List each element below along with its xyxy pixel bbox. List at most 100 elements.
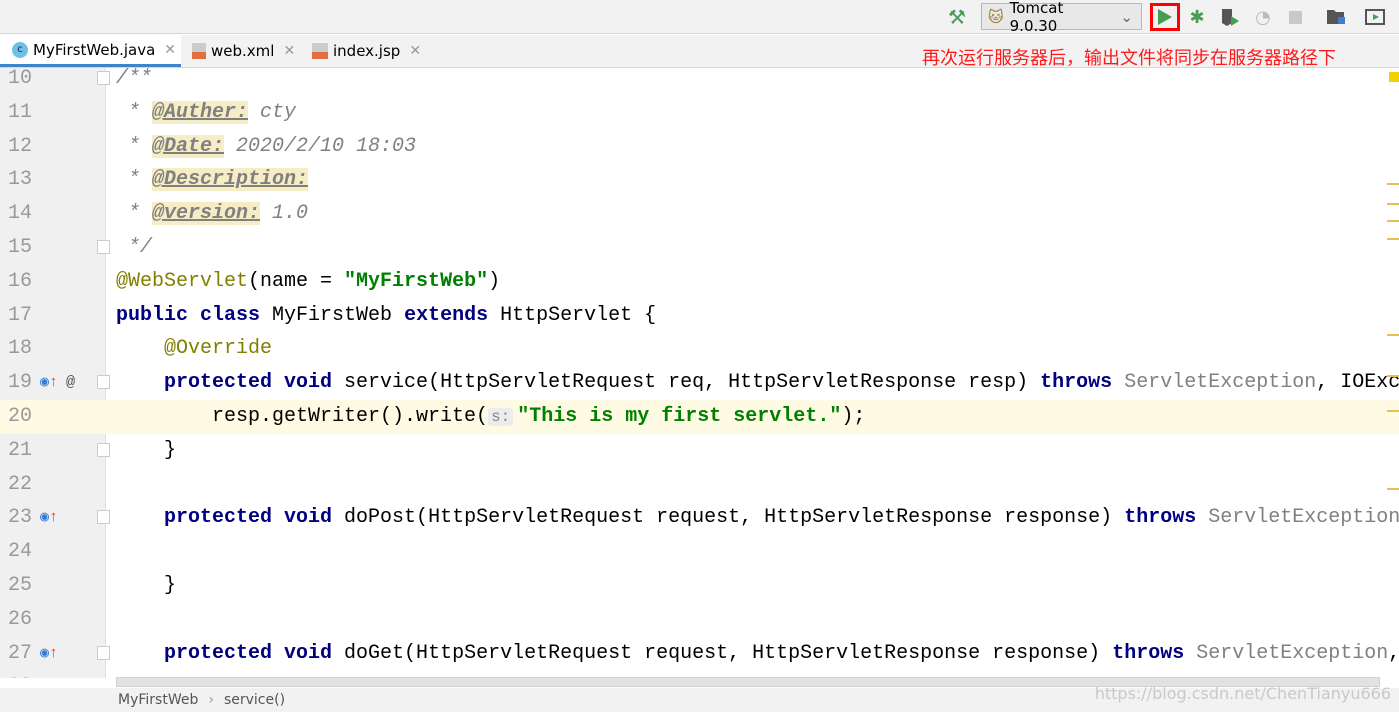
analysis-status-icon: [1389, 72, 1399, 82]
annotation-icon[interactable]: @: [66, 366, 75, 400]
java-class-icon: c: [12, 41, 28, 58]
code-line[interactable]: 23 protected void doPost(HttpServletRequ…: [0, 501, 1399, 535]
close-icon[interactable]: ✕: [164, 42, 176, 58]
line-number: 25: [8, 574, 33, 597]
line-number: 17: [8, 303, 33, 327]
code-text: @Override: [164, 337, 273, 361]
chevron-down-icon: ⌄: [1120, 7, 1133, 26]
toolbar: ⚒ 🐱 Tomcat 9.0.30 ⌄ ✱ ◔: [0, 0, 1399, 35]
code-line[interactable]: 24: [0, 535, 1399, 569]
code-text: * @Auther: cty: [116, 100, 297, 124]
line-number: 15: [8, 236, 33, 259]
breadcrumb-class[interactable]: MyFirstWeb: [118, 692, 198, 708]
error-stripe-mark[interactable]: [1387, 220, 1399, 222]
code-line[interactable]: 21 }: [0, 434, 1399, 468]
override-method-icon[interactable]: ◉↑: [40, 637, 58, 671]
close-icon[interactable]: ✕: [283, 43, 295, 59]
code-text: protected void doPost(HttpServletRequest…: [164, 506, 1399, 530]
line-number: 14: [8, 202, 33, 226]
xml-file-icon: [192, 43, 206, 59]
line-number: 26: [8, 607, 33, 631]
tomcat-icon: 🐱: [988, 7, 1004, 26]
error-stripe-mark[interactable]: [1387, 183, 1399, 185]
error-stripe-mark[interactable]: [1387, 375, 1399, 377]
jsp-file-icon: [312, 43, 328, 59]
override-method-icon[interactable]: ◉↑: [40, 366, 58, 400]
code-line[interactable]: 13 * @Description:: [0, 163, 1399, 197]
tab-myfirstweb-java[interactable]: c MyFirstWeb.java ✕: [0, 35, 181, 67]
error-stripe-mark[interactable]: [1387, 334, 1399, 336]
project-structure-icon[interactable]: [1325, 5, 1347, 29]
error-stripe-mark[interactable]: [1387, 410, 1399, 412]
fold-icon[interactable]: [97, 510, 110, 525]
line-number: 16: [8, 269, 33, 293]
code-text: resp.getWriter().write(s: "This is my fir…: [116, 405, 866, 428]
run-icon: [1158, 9, 1172, 25]
fold-icon[interactable]: [97, 71, 110, 85]
code-line[interactable]: 14 * @version: 1.0: [0, 197, 1399, 231]
breadcrumb-method[interactable]: service(): [224, 692, 285, 708]
annotation-note: 再次运行服务器后，输出文件将同步在服务器路径下: [922, 48, 1336, 69]
line-number: 10: [8, 68, 33, 90]
error-stripe-mark[interactable]: [1387, 203, 1399, 205]
code-text: }: [116, 438, 177, 462]
code-text: */: [116, 236, 153, 259]
code-line[interactable]: 17 public class MyFirstWeb extends HttpSe…: [0, 299, 1399, 333]
code-line[interactable]: 22: [0, 468, 1399, 502]
line-number: 20: [8, 405, 33, 428]
run-config-label: Tomcat 9.0.30: [1009, 0, 1064, 35]
stop-icon[interactable]: [1285, 5, 1305, 29]
code-editor[interactable]: 10/** 11 * @Auther: cty 12 * @Date: 2020/2…: [0, 68, 1399, 678]
line-number: 11: [8, 100, 33, 124]
error-stripe-mark[interactable]: [1387, 238, 1399, 240]
code-line[interactable]: 16 @WebServlet(name = "MyFirstWeb"): [0, 265, 1399, 299]
run-configuration-select[interactable]: 🐱 Tomcat 9.0.30 ⌄: [981, 0, 1142, 35]
line-number: 12: [8, 134, 33, 158]
run-window-icon[interactable]: [1364, 5, 1386, 29]
tab-index-jsp[interactable]: index.jsp ✕: [312, 35, 421, 67]
coverage-icon[interactable]: [1219, 5, 1241, 29]
code-line[interactable]: 11 * @Auther: cty: [0, 96, 1399, 130]
line-number: 28: [8, 670, 48, 678]
line-number: 21: [8, 438, 33, 462]
line-number: 18: [8, 337, 33, 361]
code-line[interactable]: 12 * @Date: 2020/2/10 18:03: [0, 130, 1399, 164]
code-text: * @Description:: [116, 168, 309, 192]
profile-icon[interactable]: ◔: [1252, 5, 1274, 29]
code-text: @WebServlet(name = "MyFirstWeb"): [116, 269, 501, 293]
code-line[interactable]: 15 */: [0, 231, 1399, 265]
override-method-icon[interactable]: ◉↑: [40, 501, 58, 535]
fold-icon[interactable]: [97, 375, 110, 390]
code-line[interactable]: 25 }: [0, 569, 1399, 603]
code-line[interactable]: 10 /**: [0, 68, 1399, 96]
error-stripe-mark[interactable]: [1387, 488, 1399, 490]
tab-label: index.jsp: [333, 42, 401, 60]
code-text: * @version: 1.0: [116, 202, 309, 226]
tab-web-xml[interactable]: web.xml ✕: [192, 35, 295, 67]
chevron-right-icon: ›: [208, 692, 214, 708]
code-text: /**: [116, 68, 153, 90]
watermark: https://blog.csdn.net/ChenTianyu666: [1094, 684, 1391, 703]
code-line[interactable]: 19 protected void service(HttpServletReq…: [0, 366, 1399, 400]
fold-icon[interactable]: [97, 442, 110, 457]
code-text: protected void doGet(HttpServletRequest …: [164, 641, 1399, 665]
code-line[interactable]: 27 protected void doGet(HttpServletReque…: [0, 637, 1399, 671]
build-hammer-icon[interactable]: ⚒: [945, 5, 969, 29]
line-number: 22: [8, 472, 33, 496]
run-button[interactable]: [1150, 3, 1180, 31]
tab-label: web.xml: [211, 42, 275, 60]
line-number: 13: [8, 168, 33, 192]
fold-icon[interactable]: [97, 240, 110, 254]
editor-tabs: c MyFirstWeb.java ✕ web.xml ✕ index.jsp ✕ 再…: [0, 35, 1399, 69]
code-line[interactable]: 18 @Override: [0, 332, 1399, 366]
debug-icon[interactable]: ✱: [1186, 5, 1208, 29]
code-text: protected void service(HttpServletReques…: [164, 371, 1399, 395]
line-number: 24: [8, 540, 33, 564]
close-icon[interactable]: ✕: [409, 43, 421, 59]
fold-icon[interactable]: [97, 645, 110, 660]
code-text: public class MyFirstWeb extends HttpServ…: [116, 303, 657, 327]
tab-label: MyFirstWeb.java: [33, 40, 156, 59]
code-text: * @Date: 2020/2/10 18:03: [116, 134, 417, 158]
code-line[interactable]: 26: [0, 603, 1399, 637]
code-line[interactable]: 20 resp.getWriter().write(s: "This is my …: [0, 400, 1399, 434]
